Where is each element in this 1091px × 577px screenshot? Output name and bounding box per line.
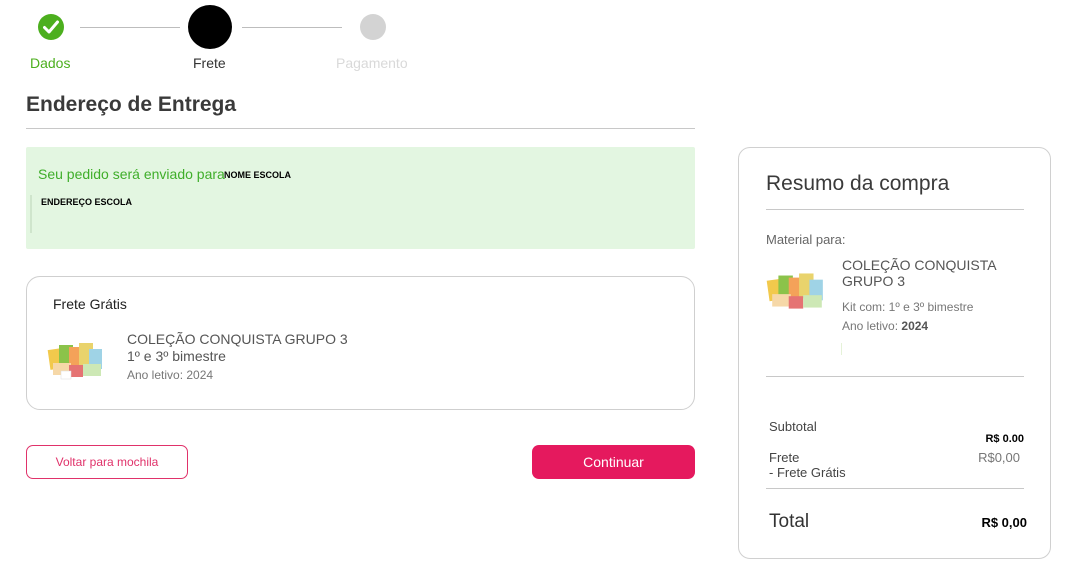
checkout-stepper: Dados Frete Pagamento (0, 0, 440, 80)
summary-subtotal-value: R$ 0.00 (985, 433, 1024, 445)
school-address: ENDEREÇO ESCOLA (41, 197, 133, 207)
shipping-product-bimesters: 1º e 3º bimestre (127, 348, 226, 364)
order-summary-card: Resumo da compra Material para: COLEÇÃO … (738, 147, 1051, 559)
summary-divider (766, 376, 1024, 377)
summary-year-value: 2024 (901, 319, 929, 333)
back-to-bag-button[interactable]: Voltar para mochila (26, 445, 188, 479)
shipping-option-card[interactable]: Frete Grátis COLEÇÃO CONQUISTA GRUPO 3 1… (26, 276, 695, 410)
summary-subtotal-label: Subtotal (769, 419, 817, 434)
summary-frete-label: Frete - Frete Grátis (769, 450, 846, 480)
summary-frete-title: Frete (769, 450, 800, 465)
summary-school-year: Ano letivo: 2024 (842, 319, 928, 333)
summary-frete-type: - Frete Grátis (769, 465, 846, 480)
step-label-dados[interactable]: Dados (30, 55, 70, 71)
summary-year-label: Ano letivo: (842, 319, 899, 333)
summary-product-name: COLEÇÃO CONQUISTA GRUPO 3 (842, 257, 996, 289)
step-pagamento-indicator (360, 14, 386, 40)
summary-frete-value: R$0,00 (978, 450, 1020, 465)
summary-total-label: Total (769, 511, 810, 532)
product-kit-image (766, 273, 823, 309)
shipping-product-year: Ano letivo: 2024 (127, 368, 214, 382)
delivery-notice-text: Seu pedido será enviado para (38, 166, 225, 182)
summary-divider (766, 488, 1024, 489)
notice-accent-bar (30, 195, 32, 233)
step-dados-check-icon[interactable] (38, 14, 64, 40)
summary-marker (841, 343, 842, 355)
title-divider (26, 128, 695, 129)
summary-title: Resumo da compra (766, 172, 950, 195)
stepper-connector (80, 27, 180, 28)
summary-material-label: Material para: (766, 232, 846, 247)
summary-kit-info: Kit com: 1º e 3º bimestre (842, 300, 974, 314)
page-title: Endereço de Entrega (26, 93, 237, 116)
stepper-connector (242, 27, 342, 28)
product-kit-image (47, 343, 102, 380)
step-frete-indicator (188, 5, 232, 49)
shipping-option-title: Frete Grátis (53, 296, 127, 312)
check-icon (43, 20, 59, 34)
delivery-notice: Seu pedido será enviado para NOME ESCOLA… (26, 147, 695, 249)
shipping-product-name: COLEÇÃO CONQUISTA GRUPO 3 (127, 331, 348, 347)
continue-button[interactable]: Continuar (532, 445, 695, 479)
step-label-pagamento: Pagamento (336, 55, 408, 71)
summary-divider (766, 209, 1024, 210)
step-label-frete: Frete (193, 55, 226, 71)
summary-total-value: R$ 0,00 (981, 515, 1027, 530)
school-name: NOME ESCOLA (224, 170, 292, 180)
